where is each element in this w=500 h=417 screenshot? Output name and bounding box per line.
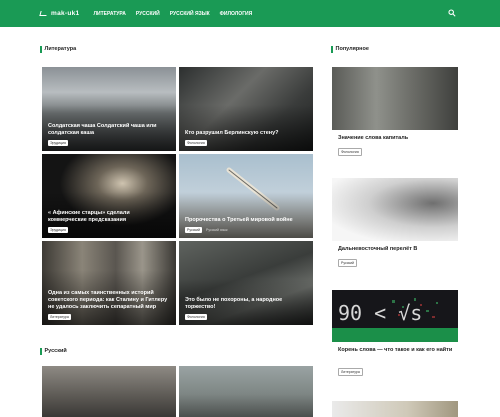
article-card-title: « Афинские старцы» сделали коммерческие … xyxy=(48,210,130,223)
article-card-title: Это было не похороны, а народное торжест… xyxy=(185,297,283,310)
article-card-date: Русский язык xyxy=(206,228,228,232)
article-card-stalin-hitler[interactable]: Одна из самых таинственных историй совет… xyxy=(42,241,176,325)
category-badge[interactable]: Филология xyxy=(338,148,362,156)
popular-item-title[interactable]: Значение слова капиталь xyxy=(338,134,456,142)
main-menu: ЛИТЕРАТУРА РУССКИЙ РУССКИЙ ЯЗЫК ФИЛОЛОГИ… xyxy=(93,11,262,17)
article-card-funeral[interactable]: Это было не похороны, а народное торжест… xyxy=(179,241,313,325)
page-content: Литература Солдатская чаша Солдатский ча… xyxy=(0,27,500,417)
site-logo[interactable]: mak-uk1 xyxy=(39,10,80,17)
nav-item-russian-language[interactable]: РУССКИЙ ЯЗЫК xyxy=(170,11,210,17)
category-badge[interactable]: Эрудиция xyxy=(48,140,68,146)
popular-item-meta: Филология xyxy=(338,148,362,156)
article-card-soldier-cup[interactable]: Солдатская чаша Солдатский чаша или солд… xyxy=(42,67,176,151)
nav-item-philology[interactable]: ФИЛОЛОГИЯ xyxy=(220,11,253,17)
math-formula-image: 90 < √s xyxy=(332,298,458,342)
popular-item-title[interactable]: Корень слова — что такое и как его найти xyxy=(338,346,456,354)
popular-item-meta: Русский xyxy=(338,259,357,267)
nav-item-literature[interactable]: ЛИТЕРАТУРА xyxy=(93,11,125,17)
category-badge[interactable]: Русский xyxy=(185,227,202,233)
search-icon[interactable] xyxy=(448,9,456,17)
section-heading-popular-label: Популярное xyxy=(335,46,369,52)
article-card-meta: Филология xyxy=(185,314,207,320)
article-card-athenian-elders[interactable]: « Афинские старцы» сделали коммерческие … xyxy=(42,154,176,238)
category-badge[interactable]: Филология xyxy=(185,314,207,320)
category-badge[interactable]: Филология xyxy=(185,140,207,146)
article-card-russian-2[interactable] xyxy=(179,366,313,417)
nav-item-russian[interactable]: РУССКИЙ xyxy=(136,11,160,17)
article-card-russian-1[interactable] xyxy=(42,366,176,417)
article-card-title: Одна из самых таинственных историй совет… xyxy=(48,290,168,310)
popular-item-image[interactable]: 90 < √s xyxy=(332,290,458,342)
article-card-meta: Эрудиция xyxy=(48,227,68,233)
popular-item-image[interactable] xyxy=(332,401,458,417)
section-heading-literature: Литература xyxy=(40,45,77,53)
top-navigation-bar: mak-uk1 ЛИТЕРАТУРА РУССКИЙ РУССКИЙ ЯЗЫК … xyxy=(0,0,500,27)
popular-item-title[interactable]: Дальневосточный перелёт В xyxy=(338,245,456,253)
article-card-meta: Литература xyxy=(48,314,71,320)
article-card-berlin-wall[interactable]: Кто разрушил Берлинскую стену? Филология xyxy=(179,67,313,151)
section-heading-popular: Популярное xyxy=(331,45,369,53)
article-card-meta: Филология xyxy=(185,140,207,146)
popular-item-image[interactable] xyxy=(332,178,458,241)
popular-item-image[interactable] xyxy=(332,67,458,130)
article-card-meta: Эрудиция xyxy=(48,140,68,146)
article-card-title: Пророчества о Третьей мировой войне xyxy=(185,217,293,223)
svg-text:90 < √s: 90 < √s xyxy=(338,301,422,325)
section-heading-russian-label: Русский xyxy=(44,348,67,354)
category-badge[interactable]: Эрудиция xyxy=(48,227,68,233)
section-heading-literature-label: Литература xyxy=(44,46,77,52)
category-badge[interactable]: Литература xyxy=(338,368,363,376)
category-badge[interactable]: Русский xyxy=(338,259,357,267)
article-card-meta: Русский Русский язык xyxy=(185,227,228,233)
section-heading-russian: Русский xyxy=(40,347,67,355)
article-card-title: Солдатская чаша Солдатский чаша или солд… xyxy=(48,123,157,136)
article-card-title: Кто разрушил Берлинскую стену? xyxy=(185,130,279,136)
category-badge[interactable]: Литература xyxy=(48,314,71,320)
logo-icon xyxy=(39,11,48,16)
article-card-ww3-prophecies[interactable]: Пророчества о Третьей мировой войне Русс… xyxy=(179,154,313,238)
site-logo-text: mak-uk1 xyxy=(51,10,80,17)
popular-item-meta: Литература xyxy=(338,368,363,376)
